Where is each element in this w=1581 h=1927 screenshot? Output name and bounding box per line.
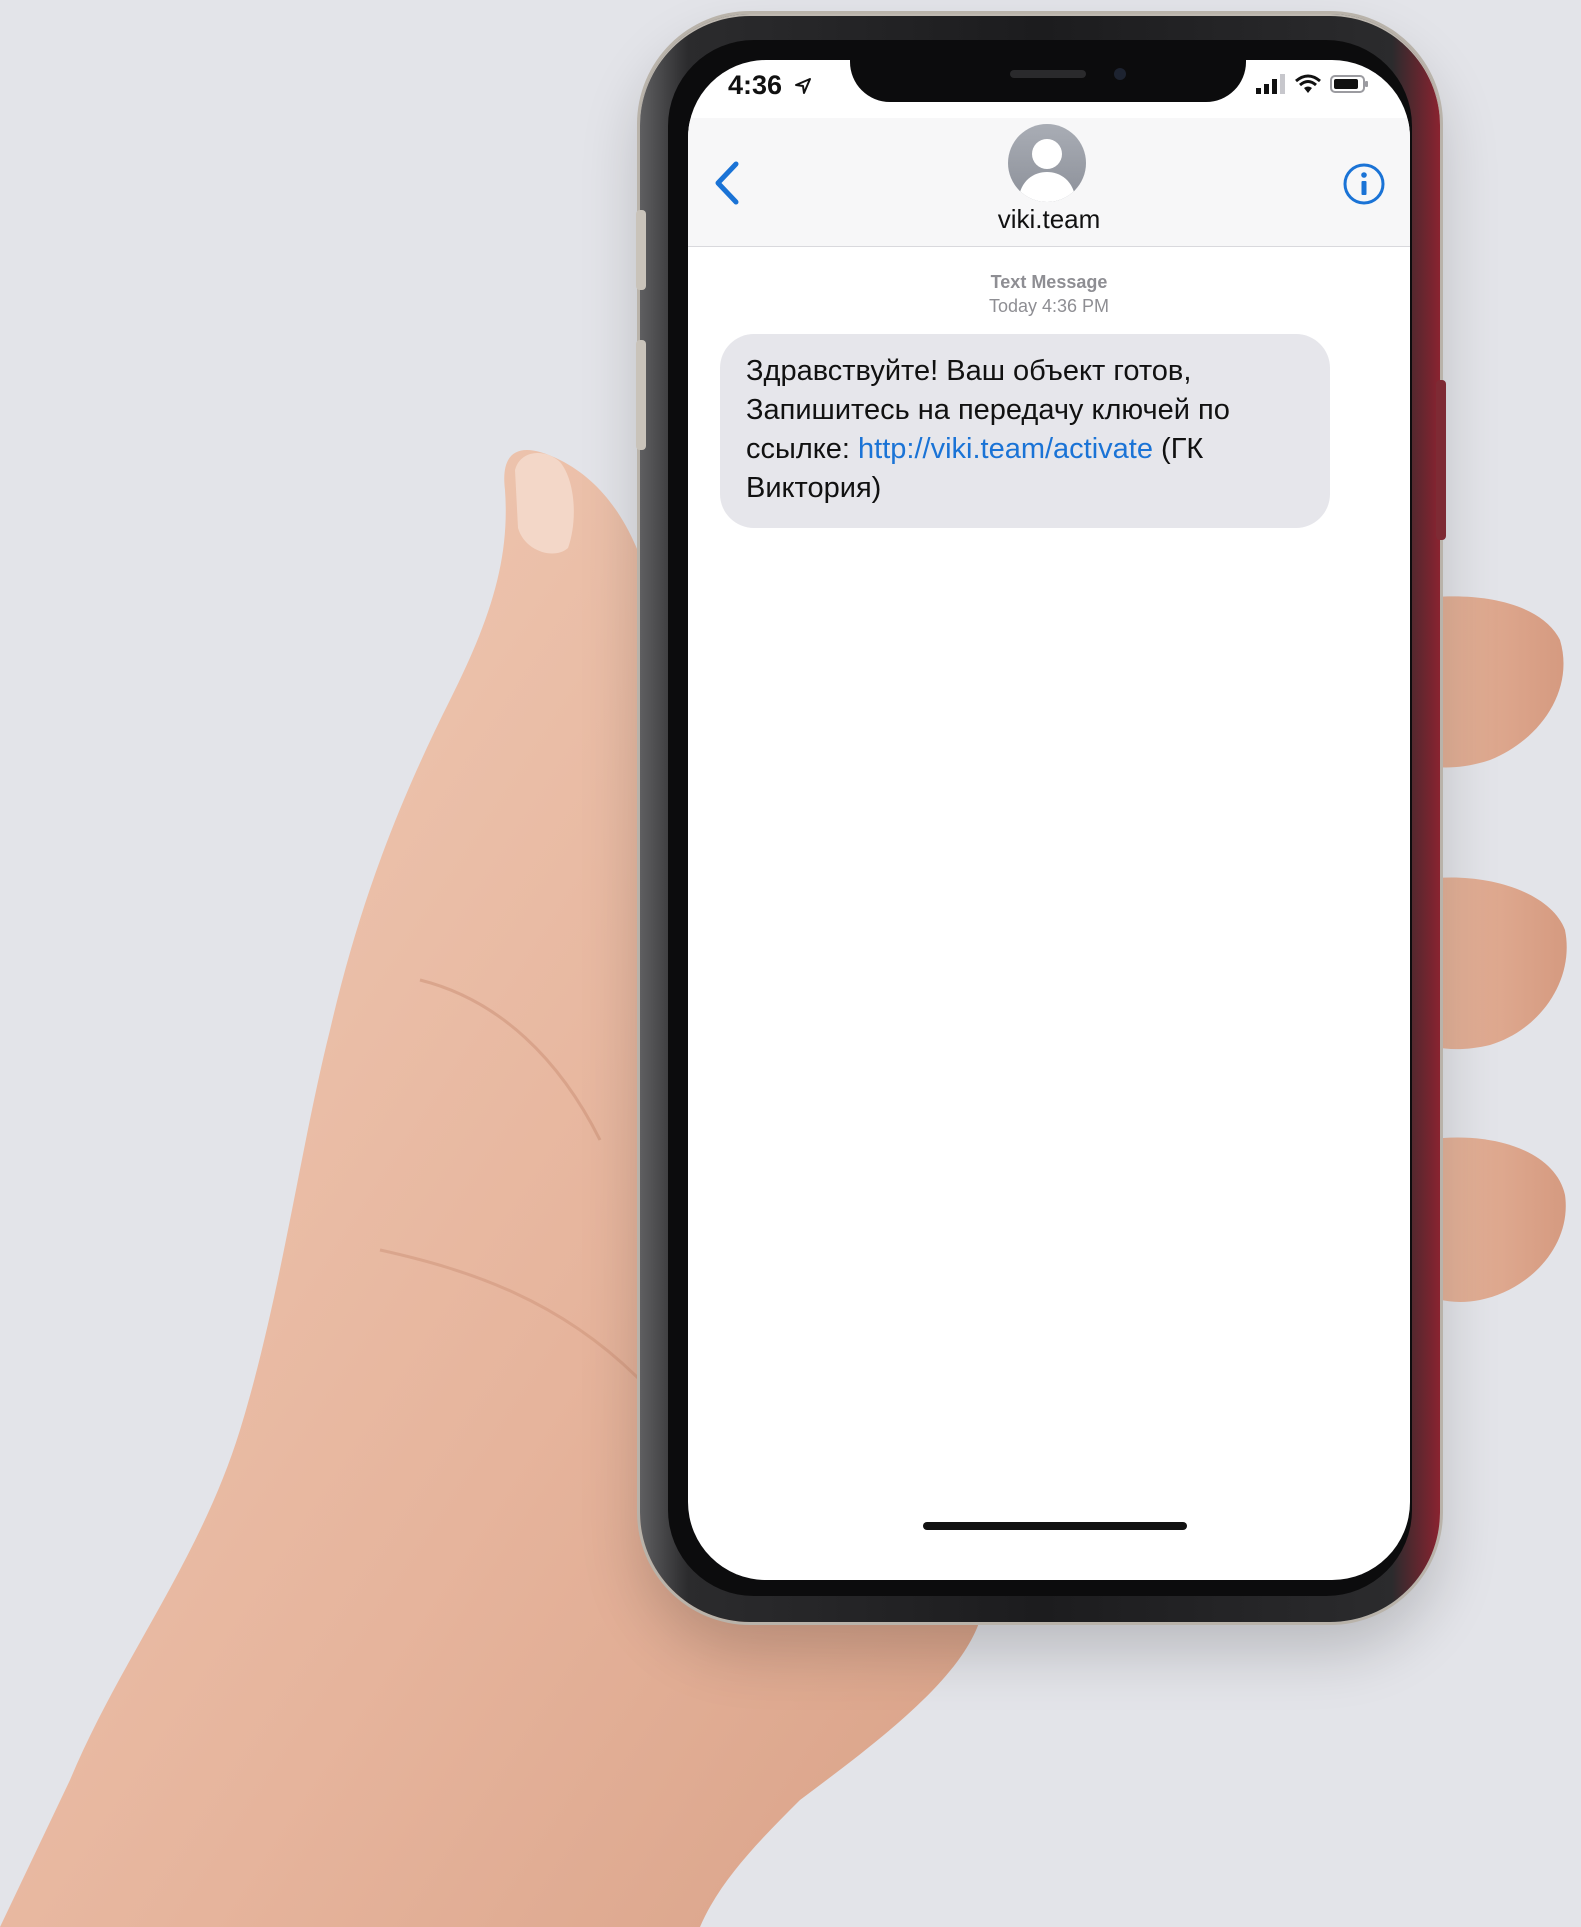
- photo-scene: 4:36 viki.team Text Message Today 4:36 P…: [0, 0, 1581, 1927]
- home-indicator[interactable]: [923, 1522, 1187, 1530]
- status-icons: [1256, 74, 1370, 94]
- notch: [850, 60, 1246, 102]
- contact-name[interactable]: viki.team: [688, 204, 1410, 235]
- power-button: [1436, 380, 1446, 540]
- contact-avatar[interactable]: [1008, 124, 1086, 202]
- message-type-label: Text Message: [990, 272, 1108, 292]
- message-meta: Text Message Today 4:36 PM: [688, 270, 1410, 318]
- incoming-message-bubble[interactable]: Здравствуйте! Ваш объект готов, Запишите…: [720, 334, 1330, 528]
- signal-icon: [1256, 74, 1285, 94]
- location-arrow-icon: [794, 78, 811, 94]
- side-button-left-upper: [636, 210, 646, 290]
- battery-icon: [1330, 75, 1368, 93]
- front-camera: [1114, 68, 1126, 80]
- message-timestamp: Today 4:36 PM: [988, 296, 1110, 316]
- speaker-grille: [1010, 70, 1086, 78]
- conversation-header: viki.team: [688, 118, 1410, 247]
- side-button-left-lower: [636, 340, 646, 450]
- wifi-icon: [1295, 74, 1321, 93]
- contact-avatar-icon: [1018, 139, 1076, 202]
- status-time: 4:36: [728, 70, 812, 101]
- status-time-text: 4:36: [728, 70, 783, 100]
- phone-screen: 4:36 viki.team Text Message Today 4:36 P…: [688, 60, 1410, 1580]
- info-icon[interactable]: [1342, 162, 1386, 206]
- message-link[interactable]: http://viki.team/activate: [858, 433, 1153, 465]
- back-chevron-icon[interactable]: [708, 158, 748, 208]
